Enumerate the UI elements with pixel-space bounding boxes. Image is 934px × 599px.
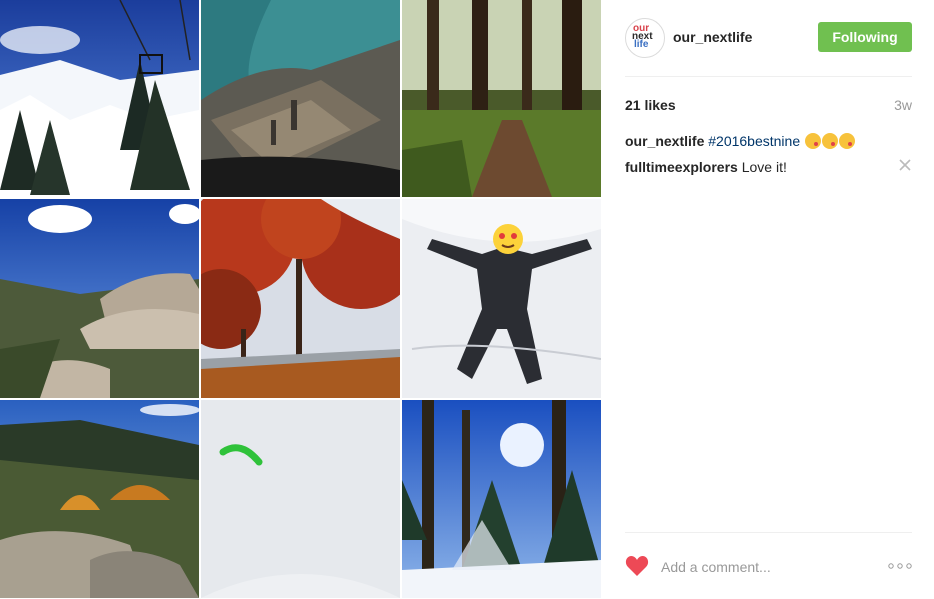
avatar-text-3: life: [634, 39, 649, 50]
post-time[interactable]: 3w: [894, 97, 912, 113]
heart-icon[interactable]: [625, 555, 649, 577]
photo-aerial-city: [201, 0, 400, 197]
likes-count[interactable]: 21 likes: [625, 97, 676, 113]
comment-username[interactable]: fulltimeexplorers: [625, 159, 738, 175]
photo-snow-angel: [402, 199, 601, 398]
photo-snow-marker: [201, 400, 400, 598]
photo-snowy-forest: [402, 400, 601, 598]
post-header: our next life our_nextlife Following: [625, 18, 912, 77]
photo-autumn-trees: [201, 199, 400, 398]
photo-grid[interactable]: [0, 0, 601, 598]
photo-mountain-valley: [0, 400, 199, 598]
caption-hashtag[interactable]: #2016bestnine: [708, 133, 800, 149]
kissing-face-icon: [805, 133, 822, 149]
post-panel: our next life our_nextlife Following 21 …: [601, 0, 934, 598]
kissing-face-icon: [822, 133, 839, 149]
photo-boulders: [0, 199, 199, 398]
comment-input[interactable]: [659, 555, 863, 579]
comment-text: Love it!: [741, 159, 787, 175]
kissing-face-icon: [839, 133, 856, 149]
caption-username[interactable]: our_nextlife: [625, 133, 704, 149]
post-username[interactable]: our_nextlife: [673, 29, 752, 45]
close-icon[interactable]: [898, 158, 912, 172]
photo-forest-trail: [402, 0, 601, 197]
avatar[interactable]: our next life: [625, 18, 665, 58]
comment-item: fulltimeexplorers Love it!: [625, 158, 787, 176]
following-button[interactable]: Following: [818, 22, 912, 52]
comment-bar: [625, 532, 912, 599]
photo-ski-lift: [0, 0, 199, 197]
caption: our_nextlife #2016bestnine: [625, 132, 856, 150]
more-options-icon[interactable]: [888, 557, 912, 575]
